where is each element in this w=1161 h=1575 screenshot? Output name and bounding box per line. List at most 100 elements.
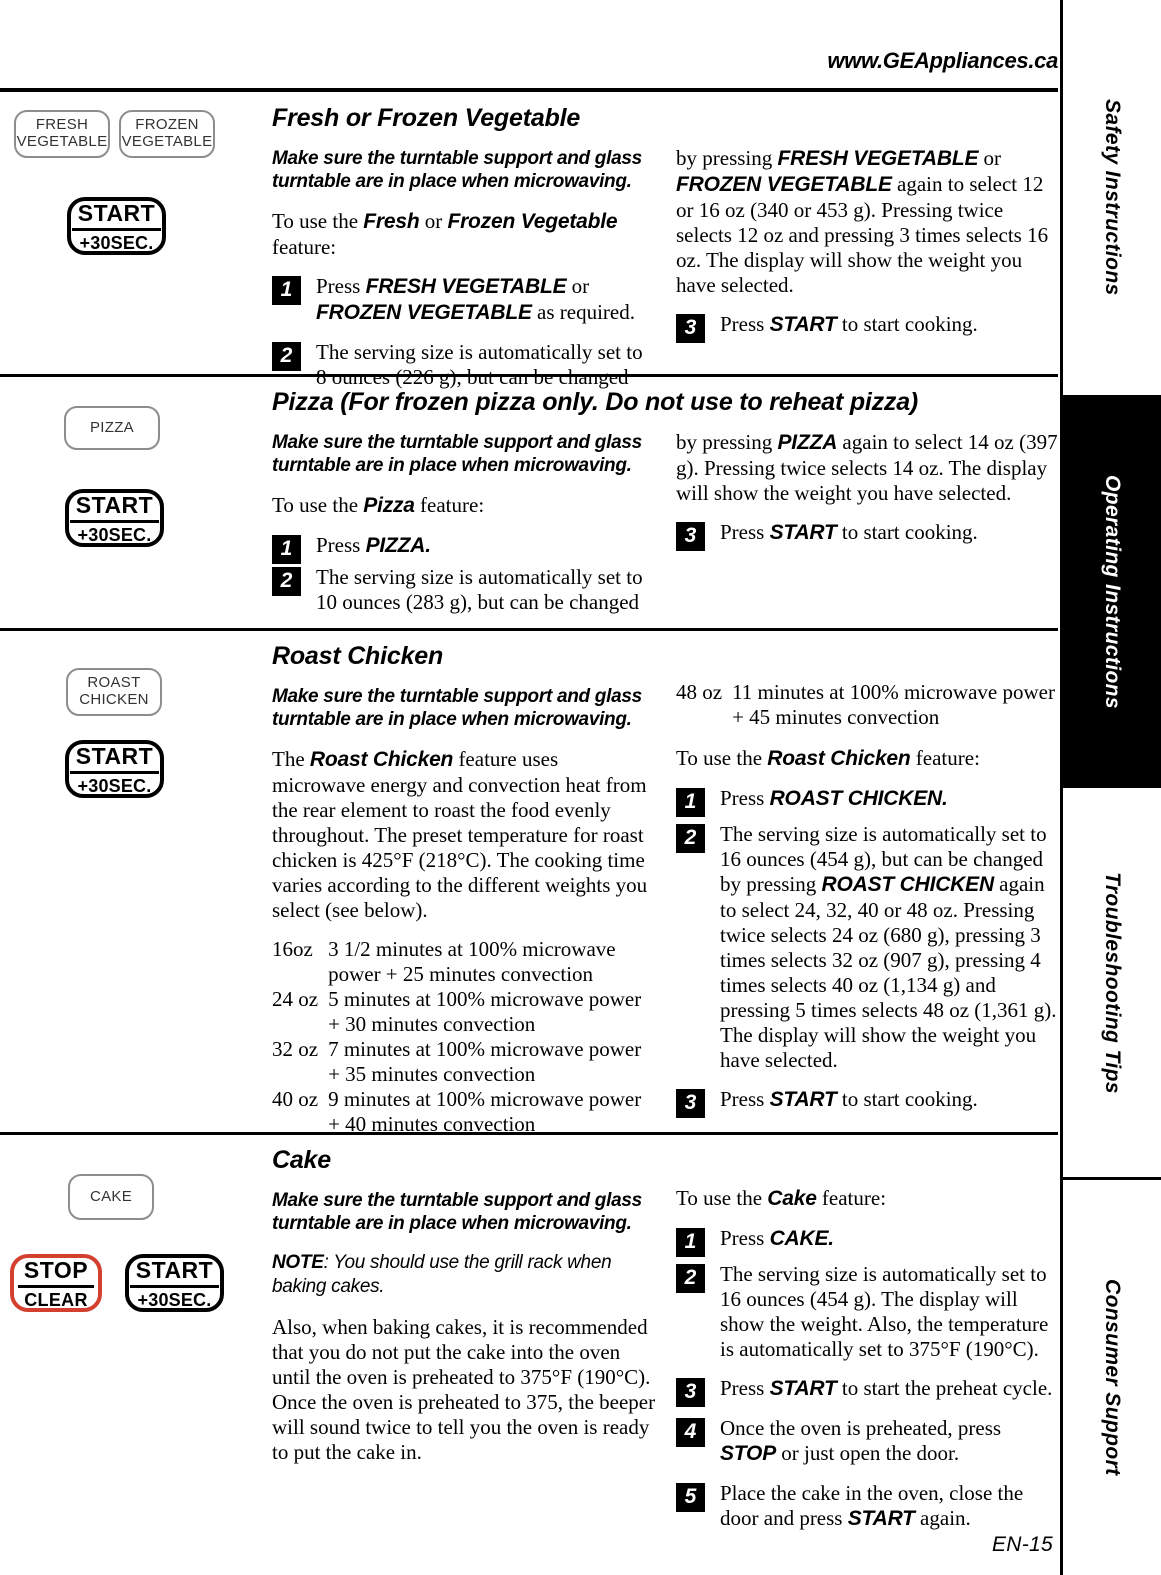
step-text: Place the cake in the oven, close the do… <box>720 1480 1024 1530</box>
step-number: 2 <box>676 823 705 853</box>
step-text: Press FRESH VEGETABLE or FROZEN VEGETABL… <box>316 274 635 325</box>
step-text: Press START to start cooking. <box>720 519 978 544</box>
step-item: 1 Press PIZZA. <box>272 533 656 565</box>
key-cake[interactable]: CAKE <box>68 1174 154 1220</box>
feature-intro: To use the Cake feature: <box>676 1186 887 1210</box>
step-number: 2 <box>272 342 301 372</box>
grill-rack-note: NOTE: You should use the grill rack when… <box>272 1252 612 1298</box>
step-number: 1 <box>676 787 705 817</box>
key-label-plus30sec: +30SEC. <box>137 1290 212 1311</box>
section-fresh-or-frozen-vegetable: FRESH VEGETABLE FROZEN VEGETABLE START +… <box>0 98 1058 389</box>
time-cell: 9 minutes at 100% microwave power + 40 m… <box>328 1087 642 1137</box>
step-item: 2 The serving size is automatically set … <box>676 1262 1058 1362</box>
table-row: 48 oz 11 minutes at 100% microwave power… <box>676 680 1058 730</box>
page-number: EN-15 <box>991 1533 1053 1556</box>
step-number: 1 <box>272 535 301 565</box>
step-number: 2 <box>272 567 301 597</box>
step-number: 3 <box>676 1088 705 1118</box>
feature-description: The Roast Chicken feature uses microwave… <box>272 747 648 923</box>
cake-right-column: To use the Cake feature: 1 Press CAKE. 2… <box>676 1186 1058 1546</box>
key-frozen-vegetable[interactable]: FROZEN VEGETABLE <box>119 110 215 158</box>
section-cake: CAKE STOP CLEAR START +30SEC. Cake Make … <box>0 1132 1058 1572</box>
key-label-clear: CLEAR <box>24 1290 88 1311</box>
step-item: 2 The serving size is automatically set … <box>676 822 1058 1073</box>
section-title: Cake <box>272 1146 331 1174</box>
key-start-30sec[interactable]: START +30SEC. <box>125 1254 224 1312</box>
key-label-line1: FROZEN <box>135 116 199 134</box>
step-text: Press START to start cooking. <box>720 1086 978 1111</box>
key-stop-clear[interactable]: STOP CLEAR <box>10 1254 102 1312</box>
key-start-30sec[interactable]: START +30SEC. <box>65 489 164 547</box>
step-continuation-text: by pressing FRESH VEGETABLE or FROZEN VE… <box>676 146 1049 297</box>
tab-label: Troubleshooting Tips <box>1101 871 1124 1094</box>
table-row: 40 oz 9 minutes at 100% microwave power … <box>272 1087 656 1137</box>
vegetable-right-column: by pressing FRESH VEGETABLE or FROZEN VE… <box>676 146 1058 352</box>
step-number: 1 <box>272 276 301 306</box>
step-item: 3 Press START to start cooking. <box>676 1086 1058 1118</box>
time-cell: 7 minutes at 100% microwave power + 35 m… <box>328 1037 642 1087</box>
step-number: 3 <box>676 313 705 343</box>
tab-consumer-support[interactable]: Consumer Support <box>1063 1180 1161 1575</box>
feature-intro: To use the Pizza feature: <box>272 493 485 518</box>
time-cell: 11 minutes at 100% microwave power + 45 … <box>732 680 1055 729</box>
key-pizza[interactable]: PIZZA <box>64 406 160 450</box>
step-text: Once the oven is preheated, press STOP o… <box>720 1415 1002 1465</box>
step-text: Press START to start the preheat cycle. <box>720 1375 1053 1400</box>
roast-chicken-weight-table-right: 48 oz 11 minutes at 100% microwave power… <box>676 680 1058 730</box>
step-item: 2 The serving size is automatically set … <box>272 565 656 615</box>
key-start-30sec[interactable]: START +30SEC. <box>67 197 166 255</box>
turntable-warning: Make sure the turntable support and glas… <box>272 686 642 731</box>
manual-page: FRESH VEGETABLE FROZEN VEGETABLE START +… <box>0 0 1058 1575</box>
roast-chicken-weight-table-left: 16oz 3 1/2 minutes at 100% microwave pow… <box>272 937 656 1137</box>
key-label-plus30sec: +30SEC. <box>79 233 154 254</box>
step-text: Press CAKE. <box>720 1225 834 1250</box>
tab-safety-instructions[interactable]: Safety Instructions <box>1063 0 1161 398</box>
weight-cell: 48 oz <box>676 680 723 704</box>
turntable-warning: Make sure the turntable support and glas… <box>272 1190 642 1235</box>
step-text: The serving size is automatically set to… <box>720 821 1057 1072</box>
step-text: Press PIZZA. <box>316 533 431 558</box>
key-label-stop: STOP <box>17 1257 95 1289</box>
step-item: 1 Press CAKE. <box>676 1225 1058 1257</box>
turntable-warning: Make sure the turntable support and glas… <box>272 432 642 477</box>
roast-chicken-right-column: 48 oz 11 minutes at 100% microwave power… <box>676 680 1058 1127</box>
step-item: 4 Once the oven is preheated, press STOP… <box>676 1416 1058 1467</box>
step-number: 5 <box>676 1482 705 1512</box>
section-tab-rail: Safety Instructions Operating Instructio… <box>1060 0 1161 1575</box>
section-divider <box>0 374 1058 377</box>
pizza-left-column: Pizza (For frozen pizza only. Do not use… <box>272 388 918 629</box>
step-number: 4 <box>676 1417 705 1447</box>
tab-troubleshooting-tips[interactable]: Troubleshooting Tips <box>1063 788 1161 1180</box>
vegetable-left-column: Fresh or Frozen Vegetable Make sure the … <box>272 104 656 404</box>
key-label-start: START <box>129 1257 220 1289</box>
tab-operating-instructions[interactable]: Operating Instructions <box>1063 398 1161 788</box>
step-text: The serving size is automatically set to… <box>720 1261 1049 1361</box>
step-item: 1 Press ROAST CHICKEN. <box>676 785 1058 817</box>
key-label-line1: PIZZA <box>89 418 134 436</box>
turntable-warning: Make sure the turntable support and glas… <box>272 148 642 193</box>
key-label-plus30sec: +30SEC. <box>77 525 152 546</box>
key-start-30sec[interactable]: START +30SEC. <box>65 740 164 798</box>
section-title: Roast Chicken <box>272 642 444 670</box>
step-text: Press START to start cooking. <box>720 311 978 336</box>
feature-intro: To use the Roast Chicken feature: <box>676 745 980 770</box>
key-label-start: START <box>69 492 160 524</box>
table-row: 32 oz 7 minutes at 100% microwave power … <box>272 1037 656 1087</box>
step-item: 3 Press START to start cooking. <box>676 519 1058 551</box>
weight-cell: 24 oz <box>272 987 319 1012</box>
step-text: The serving size is automatically set to… <box>316 565 643 615</box>
section-roast-chicken: ROAST CHICKEN START +30SEC. Roast Chicke… <box>0 628 1058 1136</box>
step-number: 1 <box>676 1227 705 1257</box>
time-cell: 3 1/2 minutes at 100% microwave power + … <box>328 937 616 987</box>
step-number: 2 <box>676 1263 705 1293</box>
cake-left-column: Cake Make sure the turntable support and… <box>272 1146 656 1479</box>
key-roast-chicken[interactable]: ROAST CHICKEN <box>66 668 162 716</box>
key-label-line1: FRESH <box>35 116 89 134</box>
section-divider <box>0 628 1058 631</box>
section-divider <box>0 1132 1058 1135</box>
weight-cell: 32 oz <box>272 1037 319 1062</box>
key-fresh-vegetable[interactable]: FRESH VEGETABLE <box>14 110 110 158</box>
feature-description: Also, when baking cakes, it is recommend… <box>272 1314 656 1464</box>
step-item: 3 Press START to start the preheat cycle… <box>676 1375 1058 1407</box>
step-text: Press ROAST CHICKEN. <box>720 785 948 810</box>
